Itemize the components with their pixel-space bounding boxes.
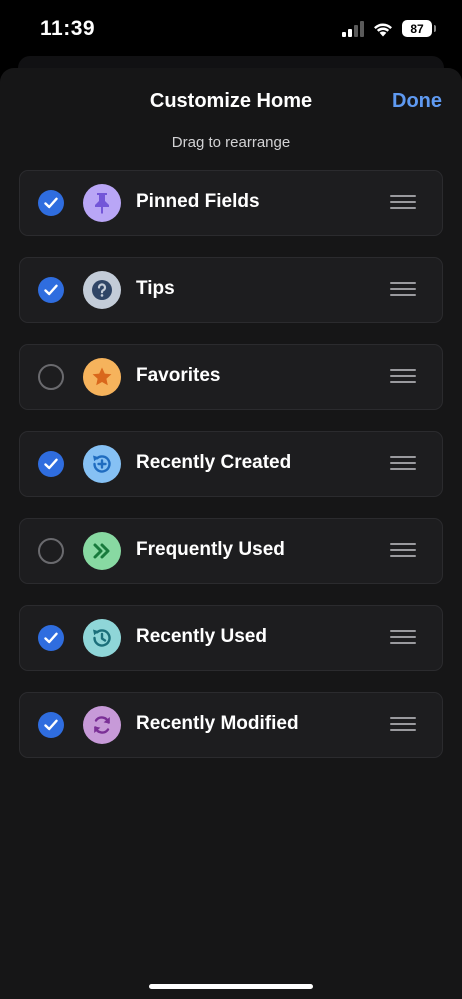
double-chevron-icon bbox=[83, 532, 121, 570]
checkbox[interactable] bbox=[38, 451, 64, 477]
status-icons: 87 bbox=[342, 20, 436, 37]
drag-handle-icon[interactable] bbox=[390, 282, 416, 298]
item-label: Frequently Used bbox=[136, 539, 285, 560]
battery-indicator: 87 bbox=[402, 20, 436, 37]
item-label: Favorites bbox=[136, 365, 221, 386]
home-indicator[interactable] bbox=[149, 984, 313, 989]
item-label: Pinned Fields bbox=[136, 191, 260, 212]
history-plus-icon bbox=[83, 445, 121, 483]
item-label: Recently Used bbox=[136, 626, 267, 647]
history-icon bbox=[83, 619, 121, 657]
drag-handle-icon[interactable] bbox=[390, 630, 416, 646]
drag-handle-icon[interactable] bbox=[390, 456, 416, 472]
cellular-signal-icon bbox=[342, 20, 364, 37]
drag-handle-icon[interactable] bbox=[390, 717, 416, 733]
drag-handle-icon[interactable] bbox=[390, 195, 416, 211]
item-label: Recently Modified bbox=[136, 713, 299, 734]
status-time: 11:39 bbox=[40, 17, 96, 40]
item-label: Recently Created bbox=[136, 452, 292, 473]
status-bar: 11:39 87 bbox=[0, 0, 462, 60]
checkbox[interactable] bbox=[38, 190, 64, 216]
list-item-pinned-fields[interactable]: Pinned Fields bbox=[19, 170, 443, 236]
pin-icon bbox=[83, 184, 121, 222]
checkmark-icon bbox=[44, 284, 58, 296]
drag-handle-icon[interactable] bbox=[390, 543, 416, 559]
list-item-frequently-used[interactable]: Frequently Used bbox=[19, 518, 443, 584]
list-item-favorites[interactable]: Favorites bbox=[19, 344, 443, 410]
checkmark-icon bbox=[44, 719, 58, 731]
checkbox[interactable] bbox=[38, 277, 64, 303]
checkmark-icon bbox=[44, 197, 58, 209]
checkbox[interactable] bbox=[38, 625, 64, 651]
checkbox[interactable] bbox=[38, 712, 64, 738]
list-item-recently-modified[interactable]: Recently Modified bbox=[19, 692, 443, 758]
home-sections-list: Pinned Fields Tips Favorites Recently Cr… bbox=[19, 170, 443, 779]
drag-handle-icon[interactable] bbox=[390, 369, 416, 385]
list-item-tips[interactable]: Tips bbox=[19, 257, 443, 323]
list-item-recently-created[interactable]: Recently Created bbox=[19, 431, 443, 497]
refresh-icon bbox=[83, 706, 121, 744]
checkmark-icon bbox=[44, 632, 58, 644]
wifi-icon bbox=[374, 23, 392, 36]
checkmark-icon bbox=[44, 458, 58, 470]
customize-home-sheet: Customize Home Done Drag to rearrange Pi… bbox=[0, 68, 462, 999]
checkbox[interactable] bbox=[38, 364, 64, 390]
sheet-subtitle: Drag to rearrange bbox=[171, 134, 291, 151]
question-icon bbox=[83, 271, 121, 309]
checkbox[interactable] bbox=[38, 538, 64, 564]
done-button[interactable]: Done bbox=[392, 90, 442, 113]
item-label: Tips bbox=[136, 278, 175, 299]
star-icon bbox=[83, 358, 121, 396]
list-item-recently-used[interactable]: Recently Used bbox=[19, 605, 443, 671]
